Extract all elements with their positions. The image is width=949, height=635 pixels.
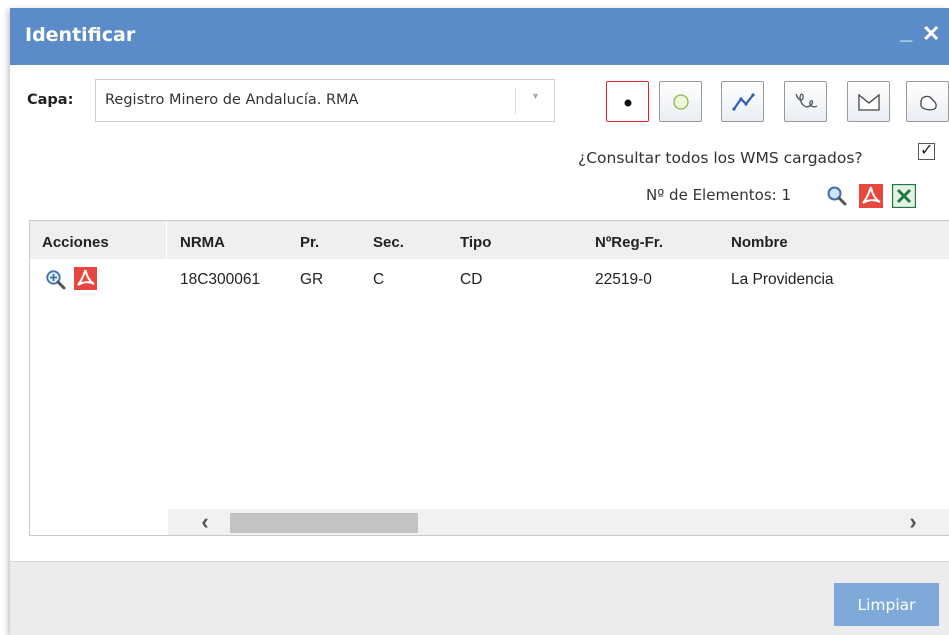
cell-nombre: La Providencia [731, 271, 834, 288]
column-header[interactable]: Sec. [373, 234, 404, 251]
minimize-button[interactable]: _ [900, 20, 912, 44]
query-all-wms-label: ¿Consultar todos los WMS cargados? [578, 149, 863, 167]
circle-tool-icon [673, 94, 689, 110]
results-table: Acciones NRMA Pr. Sec. Tipo NºReg-Fr. No… [29, 220, 949, 536]
column-header[interactable]: Pr. [300, 234, 319, 251]
point-tool-button[interactable] [606, 81, 649, 122]
zoom-all-icon[interactable] [826, 185, 848, 207]
close-button[interactable]: ✕ [922, 22, 940, 46]
cell-nrma: 18C300061 [180, 271, 261, 288]
export-excel-icon[interactable] [892, 184, 916, 208]
clear-button[interactable]: Limpiar [834, 583, 939, 626]
layer-select-value: Registro Minero de Andalucía. RMA [105, 92, 359, 108]
column-separator [166, 221, 167, 259]
freehand-line-tool-icon [795, 93, 818, 108]
title-bar[interactable]: Identificar _ ✕ [10, 8, 949, 65]
layer-label: Capa: [27, 92, 74, 108]
chevron-down-icon: ▼ [531, 91, 540, 101]
column-header[interactable]: NRMA [180, 234, 225, 251]
column-header[interactable]: Nombre [731, 234, 788, 251]
query-all-wms-checkbox[interactable]: ✓ [918, 142, 935, 160]
scroll-right-icon[interactable]: › [898, 509, 928, 535]
polygon-tool-button[interactable] [847, 81, 890, 122]
element-count: Nº de Elementos: 1 [646, 186, 792, 204]
checkmark-icon: ✓ [920, 142, 934, 159]
feature-pdf-icon[interactable] [74, 267, 97, 290]
polyline-tool-icon [732, 93, 755, 111]
column-header[interactable]: Acciones [42, 234, 109, 251]
table-header: Acciones NRMA Pr. Sec. Tipo NºReg-Fr. No… [30, 221, 949, 259]
dialog-footer: Limpiar [10, 561, 949, 635]
cell-pr: GR [300, 271, 324, 288]
polyline-tool-button[interactable] [721, 81, 764, 122]
cell-tipo: CD [460, 271, 483, 288]
column-header[interactable]: NºReg-Fr. [595, 234, 663, 251]
export-pdf-icon[interactable] [859, 184, 883, 208]
scrollbar-thumb[interactable] [230, 513, 418, 533]
circle-tool-button[interactable] [659, 81, 702, 122]
point-tool-icon [624, 99, 632, 107]
column-header[interactable]: Tipo [460, 234, 491, 251]
horizontal-scrollbar[interactable]: ‹ › [168, 509, 949, 535]
freehand-polygon-tool-button[interactable] [906, 81, 949, 122]
zoom-to-feature-icon[interactable] [45, 269, 67, 291]
identify-dialog: Identificar _ ✕ Capa: Registro Minero de… [10, 8, 949, 635]
layer-select[interactable]: Registro Minero de Andalucía. RMA ▼ [95, 79, 555, 122]
cell-sec: C [373, 271, 385, 288]
dropdown-arrow[interactable]: ▼ [515, 88, 554, 114]
polygon-tool-icon [858, 93, 880, 111]
dialog-title: Identificar [25, 24, 136, 46]
scroll-left-icon[interactable]: ‹ [190, 509, 220, 535]
cell-nreg: 22519-0 [595, 271, 652, 288]
freehand-polygon-tool-icon [920, 95, 937, 111]
freehand-line-tool-button[interactable] [784, 81, 827, 122]
